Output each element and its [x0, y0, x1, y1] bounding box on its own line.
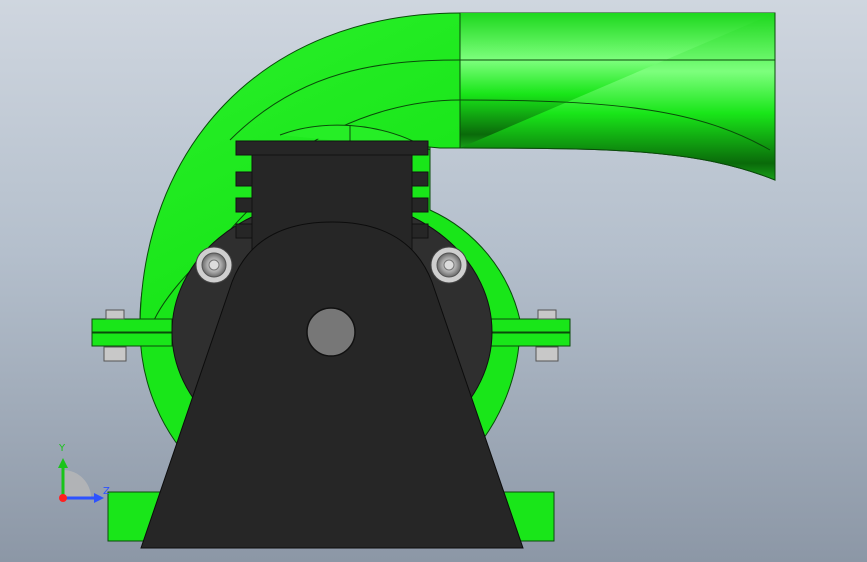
- cad-model-view[interactable]: [0, 0, 867, 562]
- y-axis-label: Y: [59, 443, 66, 454]
- z-axis-label: Z: [103, 486, 110, 497]
- shaft-hole: [306, 307, 356, 357]
- view-orientation-triad[interactable]: [58, 458, 104, 503]
- left-casing-bolt: [195, 246, 233, 284]
- graphics-viewport[interactable]: Y Z: [0, 0, 867, 562]
- right-casing-bolt: [430, 246, 468, 284]
